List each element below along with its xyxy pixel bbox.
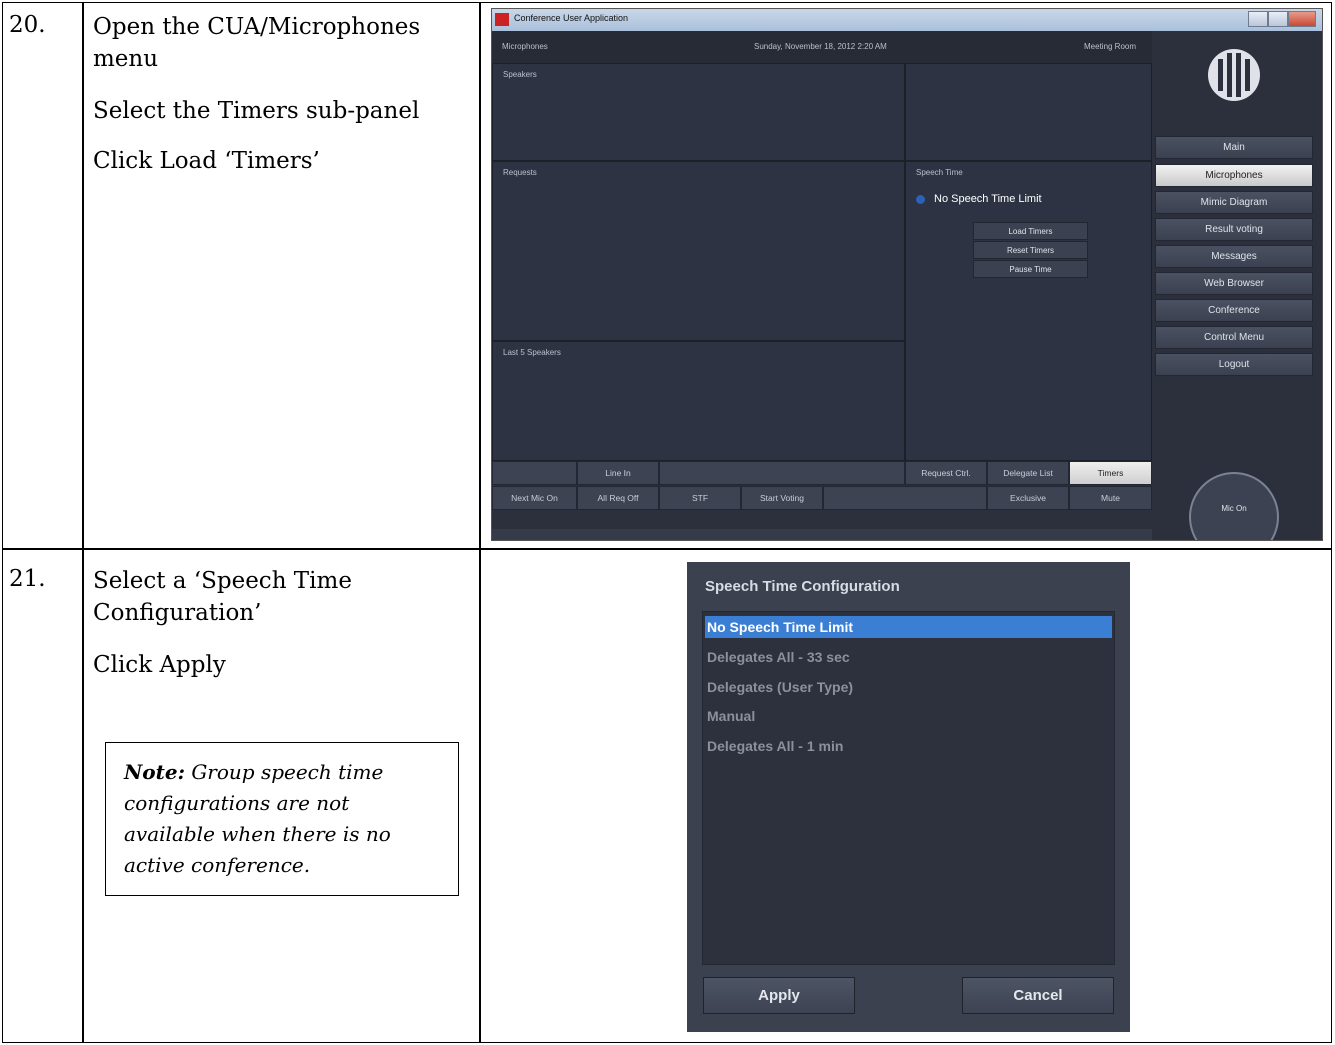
side-menu-conference[interactable]: Conference <box>1155 299 1313 322</box>
step-21-line-2: Configuration’ <box>93 600 262 626</box>
last-speakers-label: Last 5 Speakers <box>503 348 561 357</box>
speech-time-value: No Speech Time Limit <box>934 193 1042 205</box>
reset-timers-button[interactable]: Reset Timers <box>973 241 1088 259</box>
speech-time-panel: Speech Time <box>905 161 1152 461</box>
cua-header-bar: Microphones Sunday, November 18, 2012 2:… <box>492 31 1152 63</box>
side-menu-main[interactable]: Main <box>1155 136 1313 159</box>
header-section: Microphones <box>502 42 548 51</box>
side-menu-control-menu[interactable]: Control Menu <box>1155 326 1313 349</box>
all-req-off-button[interactable]: All Req Off <box>577 486 659 510</box>
side-menu-web-browser[interactable]: Web Browser <box>1155 272 1313 295</box>
requests-panel: Requests <box>492 161 905 341</box>
cancel-button[interactable]: Cancel <box>962 977 1114 1014</box>
header-datetime: Sunday, November 18, 2012 2:20 AM <box>754 42 887 51</box>
status-dot-icon <box>916 195 925 204</box>
side-menu-result-voting[interactable]: Result voting <box>1155 218 1313 241</box>
side-menu-messages[interactable]: Messages <box>1155 245 1313 268</box>
start-voting-button[interactable]: Start Voting <box>741 486 823 510</box>
speech-config-list[interactable]: No Speech Time Limit Delegates All - 33 … <box>702 611 1115 965</box>
note-text-1: Group speech time <box>184 760 384 784</box>
config-option-delegates-user-type[interactable]: Delegates (User Type) <box>705 676 1112 698</box>
header-room: Meeting Room <box>1084 42 1137 51</box>
load-timers-button[interactable]: Load Timers <box>973 222 1088 240</box>
app-icon <box>495 13 509 26</box>
upper-right-panel <box>905 63 1152 161</box>
cua-bottom-strip <box>492 529 1152 540</box>
step-21-line-1: Select a ‘Speech Time <box>93 568 352 594</box>
window-titlebar: Conference User Application <box>492 9 1322 31</box>
mic-on-button[interactable]: Mic On <box>1189 472 1279 540</box>
column-divider-1 <box>82 2 84 1043</box>
exclusive-button[interactable]: Exclusive <box>987 486 1069 510</box>
side-menu-microphones[interactable]: Microphones <box>1155 164 1313 187</box>
cua-screenshot: Conference User Application Microphones … <box>491 8 1323 541</box>
close-icon[interactable] <box>1288 11 1316 27</box>
step-number-21: 21. <box>9 566 46 592</box>
side-menu-logout[interactable]: Logout <box>1155 353 1313 376</box>
window-title: Conference User Application <box>514 13 629 23</box>
row-divider <box>2 548 1332 550</box>
next-mic-on-button[interactable]: Next Mic On <box>492 486 577 510</box>
step-21-line-3: Click Apply <box>93 652 226 678</box>
pause-time-button[interactable]: Pause Time <box>973 260 1088 278</box>
note-line-4: active conference. <box>124 853 311 877</box>
requests-label: Requests <box>503 168 537 177</box>
dis-logo-icon <box>1208 49 1260 101</box>
step-20-line-3: Select the Timers sub-panel <box>93 98 420 124</box>
note-line-2: configurations are not <box>124 791 350 815</box>
bar-empty-3 <box>823 486 987 510</box>
config-option-no-limit[interactable]: No Speech Time Limit <box>705 616 1112 638</box>
step-20-line-1: Open the CUA/Microphones <box>93 14 421 40</box>
speakers-panel: Speakers <box>492 63 905 161</box>
note-line-1: Note: Group speech time <box>124 757 446 788</box>
bar-empty-2 <box>659 461 905 485</box>
window-controls <box>1248 11 1316 27</box>
config-option-manual[interactable]: Manual <box>705 705 1112 727</box>
request-ctrl-button[interactable]: Request Ctrl. <box>905 461 987 485</box>
step-20-line-2: menu <box>93 46 159 72</box>
config-option-delegates-33-sec[interactable]: Delegates All - 33 sec <box>705 646 1112 668</box>
config-option-delegates-1-min[interactable]: Delegates All - 1 min <box>705 735 1112 757</box>
delegate-list-button[interactable]: Delegate List <box>987 461 1069 485</box>
note-box: Note: Group speech time configurations a… <box>105 742 459 896</box>
speech-time-label: Speech Time <box>916 168 963 177</box>
line-in-button[interactable]: Line In <box>577 461 659 485</box>
bar-empty-1 <box>492 461 577 485</box>
dialog-title: Speech Time Configuration <box>705 578 900 595</box>
speakers-label: Speakers <box>503 70 537 79</box>
timers-tab[interactable]: Timers <box>1069 461 1152 485</box>
step-number-20: 20. <box>9 12 46 38</box>
apply-button[interactable]: Apply <box>703 977 855 1014</box>
note-line-3: available when there is no <box>124 822 391 846</box>
column-divider-2 <box>479 2 481 1043</box>
minimize-icon[interactable] <box>1248 11 1268 27</box>
mic-on-label: Mic On <box>1221 504 1247 513</box>
speech-time-config-dialog: Speech Time Configuration No Speech Time… <box>687 562 1130 1032</box>
side-menu-mimic-diagram[interactable]: Mimic Diagram <box>1155 191 1313 214</box>
stf-button[interactable]: STF <box>659 486 741 510</box>
step-20-line-4: Click Load ‘Timers’ <box>93 148 320 174</box>
note-label: Note: <box>124 760 185 784</box>
last-speakers-panel: Last 5 Speakers <box>492 341 905 461</box>
maximize-icon[interactable] <box>1268 11 1288 27</box>
mute-button[interactable]: Mute <box>1069 486 1152 510</box>
